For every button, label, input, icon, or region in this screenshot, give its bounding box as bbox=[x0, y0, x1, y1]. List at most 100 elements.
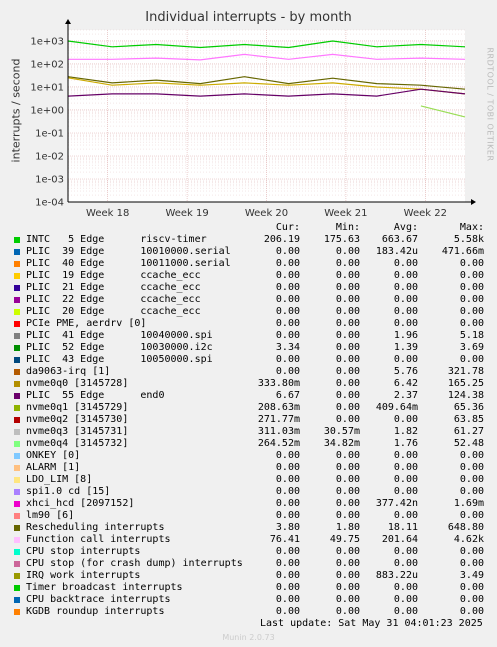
legend-max: 0.00 bbox=[459, 510, 484, 521]
legend-row: xhci_hcd [2097152] 0.00 0.00 377.42n 1.69m bbox=[0, 498, 497, 510]
legend-swatch bbox=[14, 261, 20, 267]
legend-max: 165.25 bbox=[447, 378, 484, 389]
legend-max: 0.00 bbox=[459, 546, 484, 557]
legend-swatch bbox=[14, 465, 20, 471]
legend-row: nvme0q0 [3145728] 333.80m 0.00 6.42 165.25 bbox=[0, 378, 497, 390]
legend-max: 4.62k bbox=[453, 534, 484, 545]
legend-swatch bbox=[14, 597, 20, 603]
chart-plot: 1e+03 1e+02 1e+01 1e+00 1e-01 1e-02 1e-03 1e-04… bbox=[30, 19, 476, 219]
legend-label: Rescheduling interrupts bbox=[26, 522, 165, 533]
legend-row: da9063-irq [1] 0.00 0.00 5.76 321.78 bbox=[0, 366, 497, 378]
legend-max: 124.38 bbox=[447, 390, 484, 401]
legend-avg: 0.00 bbox=[393, 486, 418, 497]
legend-max: 63.85 bbox=[453, 414, 484, 425]
legend-avg: 0.00 bbox=[393, 294, 418, 305]
y-tick-label: 1e-03 bbox=[35, 174, 64, 185]
legend-label: PLIC 20 Edge ccache_ecc bbox=[26, 306, 201, 317]
y-tick-label: 1e+01 bbox=[30, 82, 64, 93]
legend-avg: 409.64m bbox=[375, 402, 418, 413]
legend-row: PLIC 43 Edge 10050000.spi 0.00 0.00 0.00 0.0… bbox=[0, 354, 497, 366]
legend-swatch bbox=[14, 573, 20, 579]
legend-avg: 0.00 bbox=[393, 606, 418, 617]
legend-label: INTC 5 Edge riscv-timer bbox=[26, 234, 207, 245]
legend-max: 0.00 bbox=[459, 450, 484, 461]
legend-swatch bbox=[14, 549, 20, 555]
header-max: Max: bbox=[459, 222, 484, 233]
legend-label: PLIC 19 Edge ccache_ecc bbox=[26, 270, 201, 281]
legend-max: 0.00 bbox=[459, 606, 484, 617]
legend-label: nvme0q3 [3145731] bbox=[26, 426, 129, 437]
x-tick-label: Week 18 bbox=[86, 208, 129, 219]
legend-avg: 0.00 bbox=[393, 414, 418, 425]
legend-avg: 0.00 bbox=[393, 582, 418, 593]
munin-version: Munin 2.0.73 bbox=[222, 633, 275, 642]
legend-row: PLIC 22 Edge ccache_ecc 0.00 0.00 0.00 0.00 bbox=[0, 294, 497, 306]
legend-max: 0.00 bbox=[459, 258, 484, 269]
legend-swatch bbox=[14, 237, 20, 243]
legend-row: ONKEY [0] 0.00 0.00 0.00 0.00 bbox=[0, 450, 497, 462]
legend-max: 0.00 bbox=[459, 294, 484, 305]
legend-swatch bbox=[14, 297, 20, 303]
legend-row: nvme0q1 [3145729] 208.63m 0.00 409.64m 65.36 bbox=[0, 402, 497, 414]
legend-label: ONKEY [0] bbox=[26, 450, 81, 461]
legend-label: CPU stop (for crash dump) interrupts bbox=[26, 558, 243, 569]
legend-max: 0.00 bbox=[459, 558, 484, 569]
legend-max: 0.00 bbox=[459, 486, 484, 497]
legend-avg: 0.00 bbox=[393, 306, 418, 317]
legend-label: CPU stop interrupts bbox=[26, 546, 141, 557]
legend-label: nvme0q0 [3145728] bbox=[26, 378, 129, 389]
legend-avg: 883.22u bbox=[375, 570, 418, 581]
y-tick-label: 1e-02 bbox=[35, 151, 64, 162]
legend-row: Function call interrupts 76.41 49.75 201.64… bbox=[0, 534, 497, 546]
legend-row: PLIC 20 Edge ccache_ecc 0.00 0.00 0.00 0.00 bbox=[0, 306, 497, 318]
legend-row: spi1.0 cd [15] 0.00 0.00 0.00 0.00 bbox=[0, 486, 497, 498]
x-tick-label: Week 22 bbox=[404, 208, 447, 219]
legend-avg: 0.00 bbox=[393, 354, 418, 365]
legend-swatch bbox=[14, 609, 20, 615]
y-tick-label: 1e-01 bbox=[35, 128, 64, 139]
legend-row: lm90 [6] 0.00 0.00 0.00 0.00 bbox=[0, 510, 497, 522]
legend-label: IRQ work interrupts bbox=[26, 570, 141, 581]
legend-swatch bbox=[14, 417, 20, 423]
legend-max: 648.80 bbox=[447, 522, 484, 533]
legend-swatch bbox=[14, 441, 20, 447]
legend-row: LDO_LIM [8] 0.00 0.00 0.00 0.00 bbox=[0, 474, 497, 486]
legend-swatch bbox=[14, 561, 20, 567]
legend-avg: 0.00 bbox=[393, 270, 418, 281]
legend-avg: 0.00 bbox=[393, 558, 418, 569]
legend-row: PCIe PME, aerdrv [0] 0.00 0.00 0.00 0.00 bbox=[0, 318, 497, 330]
y-axis-arrow bbox=[65, 19, 71, 24]
legend-label: CPU backtrace interrupts bbox=[26, 594, 171, 605]
legend-row: PLIC 19 Edge ccache_ecc 0.00 0.00 0.00 0.00 bbox=[0, 270, 497, 282]
legend-max: 0.00 bbox=[459, 318, 484, 329]
legend-swatch bbox=[14, 585, 20, 591]
legend-swatch bbox=[14, 357, 20, 363]
legend-swatch bbox=[14, 405, 20, 411]
legend-max: 61.27 bbox=[453, 426, 484, 437]
legend-avg: 0.00 bbox=[393, 318, 418, 329]
legend-label: KGDB roundup interrupts bbox=[26, 606, 165, 617]
y-tick-label: 1e+02 bbox=[30, 59, 64, 70]
legend-max: 5.18 bbox=[459, 330, 484, 341]
legend-avg: 0.00 bbox=[393, 546, 418, 557]
legend-row: KGDB roundup interrupts 0.00 0.00 0.00 0.00 bbox=[0, 606, 497, 618]
legend-swatch bbox=[14, 369, 20, 375]
legend-max: 5.58k bbox=[453, 234, 484, 245]
legend-label: Timer broadcast interrupts bbox=[26, 582, 183, 593]
legend-swatch bbox=[14, 477, 20, 483]
legend-label: xhci_hcd [2097152] bbox=[26, 498, 135, 509]
legend-avg: 0.00 bbox=[393, 594, 418, 605]
legend-max: 0.00 bbox=[459, 270, 484, 281]
legend-row: PLIC 40 Edge 10011000.serial 0.00 0.00 0.00… bbox=[0, 258, 497, 270]
legend-max: 0.00 bbox=[459, 474, 484, 485]
legend-label: PLIC 21 Edge ccache_ecc bbox=[26, 282, 201, 293]
legend-avg: 0.00 bbox=[393, 258, 418, 269]
legend-label: PLIC 43 Edge 10050000.spi bbox=[26, 354, 213, 365]
legend-row: CPU stop (for crash dump) interrupts 0.00… bbox=[0, 558, 497, 570]
x-tick-label: Week 19 bbox=[165, 208, 208, 219]
legend-max: 3.69 bbox=[459, 342, 484, 353]
legend-avg: 0.00 bbox=[393, 282, 418, 293]
legend-label: spi1.0 cd [15] bbox=[26, 486, 111, 497]
legend-row: CPU stop interrupts 0.00 0.00 0.00 0.00 bbox=[0, 546, 497, 558]
y-tick-label: 1e+00 bbox=[30, 105, 64, 116]
